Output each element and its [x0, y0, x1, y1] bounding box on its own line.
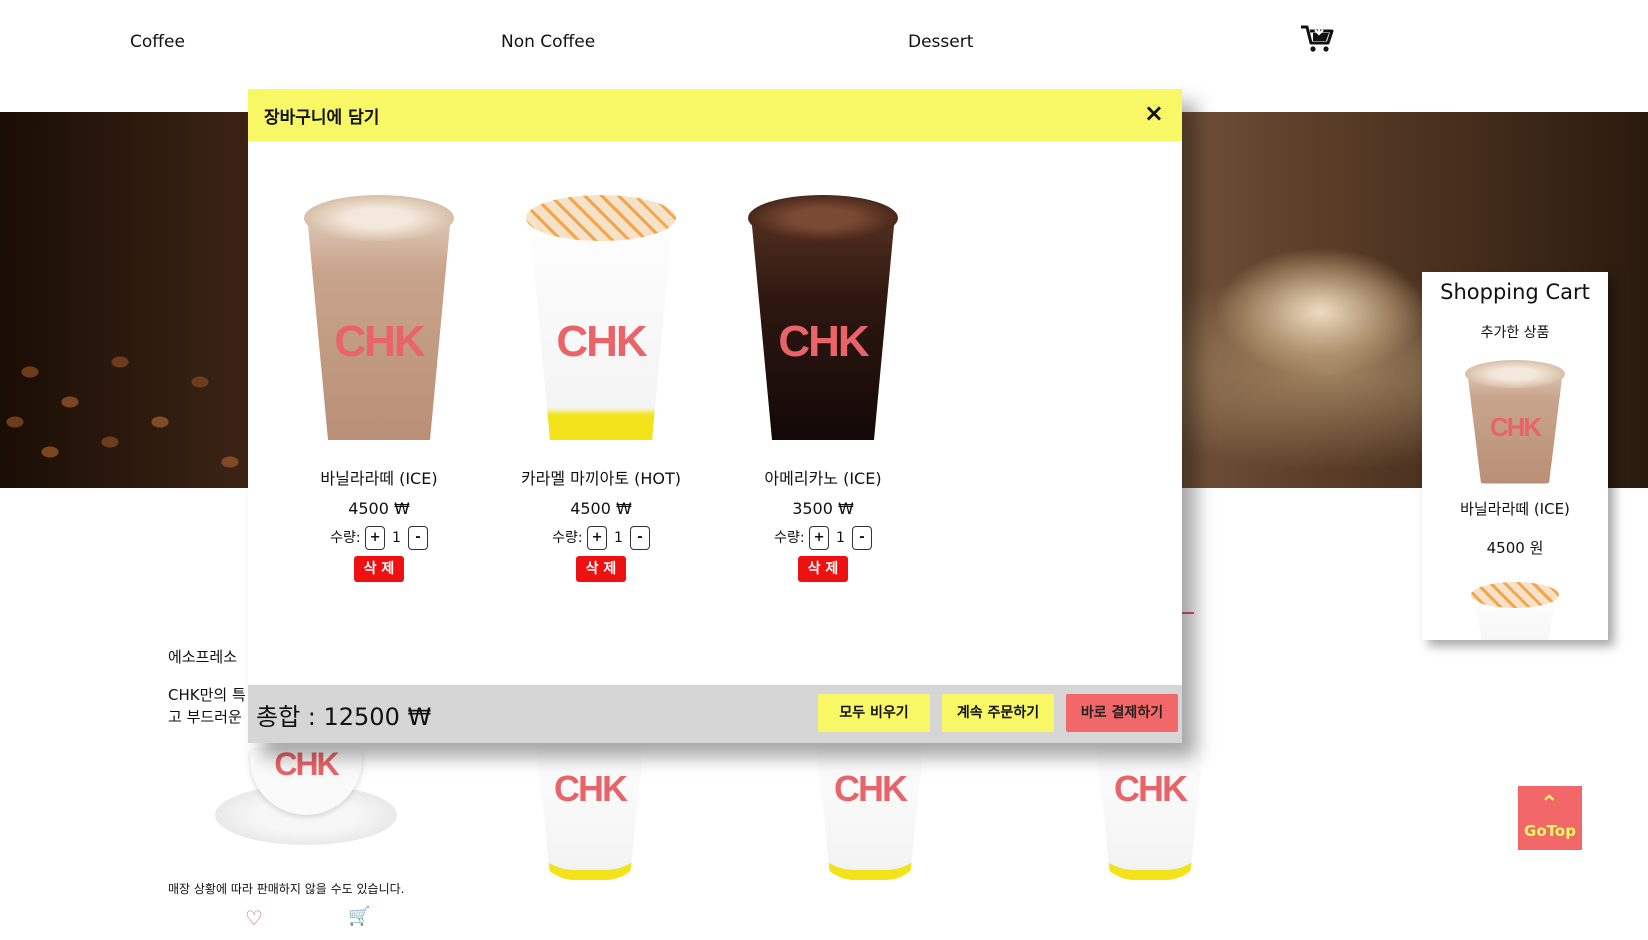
ice-top: [304, 195, 454, 241]
total-price: 총합 : 12500 ₩: [256, 703, 432, 731]
section-description: CHK만의 특 고 부드러운 !: [168, 684, 254, 728]
increase-quantity-button[interactable]: +: [365, 526, 386, 550]
section-heading: 에소프레소: [168, 648, 238, 666]
product-cup-image: CHK: [535, 730, 645, 880]
cup-graphic: CHK: [1465, 360, 1565, 486]
quantity-label: 수량:: [552, 530, 583, 546]
quantity-control: 수량: + 1 -: [284, 526, 474, 550]
product-cup-image: CHK: [815, 730, 925, 880]
shopping-cart-panel: Shopping Cart 추가한 상품 CHK 바닐라라떼 (ICE) 450…: [1422, 272, 1608, 640]
chevron-up-icon: ⌃: [1540, 792, 1559, 817]
decrease-quantity-button[interactable]: -: [629, 526, 650, 550]
panel-subtitle: 추가한 상품: [1480, 325, 1550, 341]
add-to-cart-icon[interactable]: 🛒: [348, 906, 370, 927]
description-line: CHK만의 특: [168, 686, 246, 704]
ice-top: [1465, 360, 1565, 388]
availability-note: 매장 상황에 따라 판매하지 않을 수도 있습니다.: [168, 882, 405, 896]
continue-order-button[interactable]: 계속 주문하기: [942, 694, 1054, 732]
close-icon[interactable]: ×: [1144, 99, 1164, 127]
go-top-label: GoTop: [1524, 822, 1576, 840]
nav-dessert[interactable]: Dessert: [908, 32, 973, 52]
panel-title: Shopping Cart: [1440, 280, 1590, 304]
increase-quantity-button[interactable]: +: [587, 526, 608, 550]
chk-logo: CHK: [274, 746, 339, 782]
ice-top: [748, 195, 898, 241]
quantity-control: 수량: + 1 -: [506, 526, 696, 550]
coffee-beans-image: [0, 322, 260, 488]
quantity-value: 1: [836, 530, 845, 546]
cart-modal: 장바구니에 담기 × CHK 바닐라라떼 (ICE) 4500 ₩ 수량: + …: [248, 89, 1182, 743]
cart-item-name: 바닐라라떼 (ICE): [1460, 500, 1570, 518]
cup-graphic: CHK: [748, 195, 898, 445]
chk-logo: CHK: [834, 768, 908, 809]
iced-americano-image: CHK: [738, 185, 908, 451]
item-name: 카라멜 마끼아토 (HOT): [520, 469, 682, 488]
chk-logo: CHK: [554, 768, 628, 809]
modal-header: 장바구니에 담기 ×: [248, 89, 1182, 141]
chk-logo: CHK: [556, 317, 647, 366]
checkout-button[interactable]: 바로 결제하기: [1066, 694, 1178, 732]
item-name: 바닐라라떼 (ICE): [320, 469, 438, 488]
item-price: 4500 ₩: [570, 499, 632, 518]
item-name: 아메리카노 (ICE): [764, 469, 882, 488]
caramel-macchiato-image: [1467, 582, 1563, 640]
description-line: 고 부드러운 !: [168, 708, 253, 726]
go-top-button[interactable]: ⌃ GoTop: [1518, 786, 1582, 850]
cup-graphic: CHK: [304, 195, 454, 445]
caramel-foam-top: [1471, 582, 1559, 608]
espresso-cup-image: CHK: [215, 746, 397, 845]
caramel-foam-top: [526, 195, 676, 241]
delete-item-button[interactable]: 삭 제: [354, 556, 404, 582]
cart-item: CHK 바닐라라떼 (ICE) 4500 ₩ 수량: + 1 - 삭 제: [284, 185, 474, 582]
cart-icon[interactable]: [1300, 24, 1334, 54]
quantity-label: 수량:: [774, 530, 805, 546]
cart-item: CHK 아메리카노 (ICE) 3500 ₩ 수량: + 1 - 삭 제: [728, 185, 918, 582]
chk-logo: CHK: [778, 317, 869, 366]
quantity-value: 1: [392, 530, 401, 546]
chk-logo: CHK: [334, 317, 425, 366]
product-cup-image: CHK: [1095, 730, 1205, 880]
chk-logo: CHK: [1489, 412, 1542, 442]
item-price: 4500 ₩: [348, 499, 410, 518]
decrease-quantity-button[interactable]: -: [851, 526, 872, 550]
item-price: 3500 ₩: [792, 499, 854, 518]
chk-logo: CHK: [1114, 768, 1188, 809]
nav-coffee[interactable]: Coffee: [130, 32, 185, 52]
quantity-value: 1: [614, 530, 623, 546]
nav-non-coffee[interactable]: Non Coffee: [501, 32, 595, 52]
cart-item: CHK 카라멜 마끼아토 (HOT) 4500 ₩ 수량: + 1 - 삭 제: [506, 185, 696, 582]
iced-latte-image: CHK: [1460, 360, 1570, 488]
quantity-label: 수량:: [330, 530, 361, 546]
iced-latte-image: CHK: [294, 185, 464, 451]
cart-item-price: 4500 원: [1486, 539, 1544, 557]
cup-graphic: CHK: [526, 195, 676, 445]
caramel-macchiato-image: CHK: [516, 185, 686, 451]
increase-quantity-button[interactable]: +: [809, 526, 830, 550]
clear-all-button[interactable]: 모두 비우기: [818, 694, 930, 732]
cup-graphic: [1471, 582, 1559, 640]
delete-item-button[interactable]: 삭 제: [798, 556, 848, 582]
modal-footer: 총합 : 12500 ₩ 모두 비우기 계속 주문하기 바로 결제하기: [248, 685, 1182, 743]
decrease-quantity-button[interactable]: -: [407, 526, 428, 550]
quantity-control: 수량: + 1 -: [728, 526, 918, 550]
modal-title: 장바구니에 담기: [264, 108, 380, 128]
heart-icon[interactable]: ♡: [245, 906, 263, 930]
delete-item-button[interactable]: 삭 제: [576, 556, 626, 582]
